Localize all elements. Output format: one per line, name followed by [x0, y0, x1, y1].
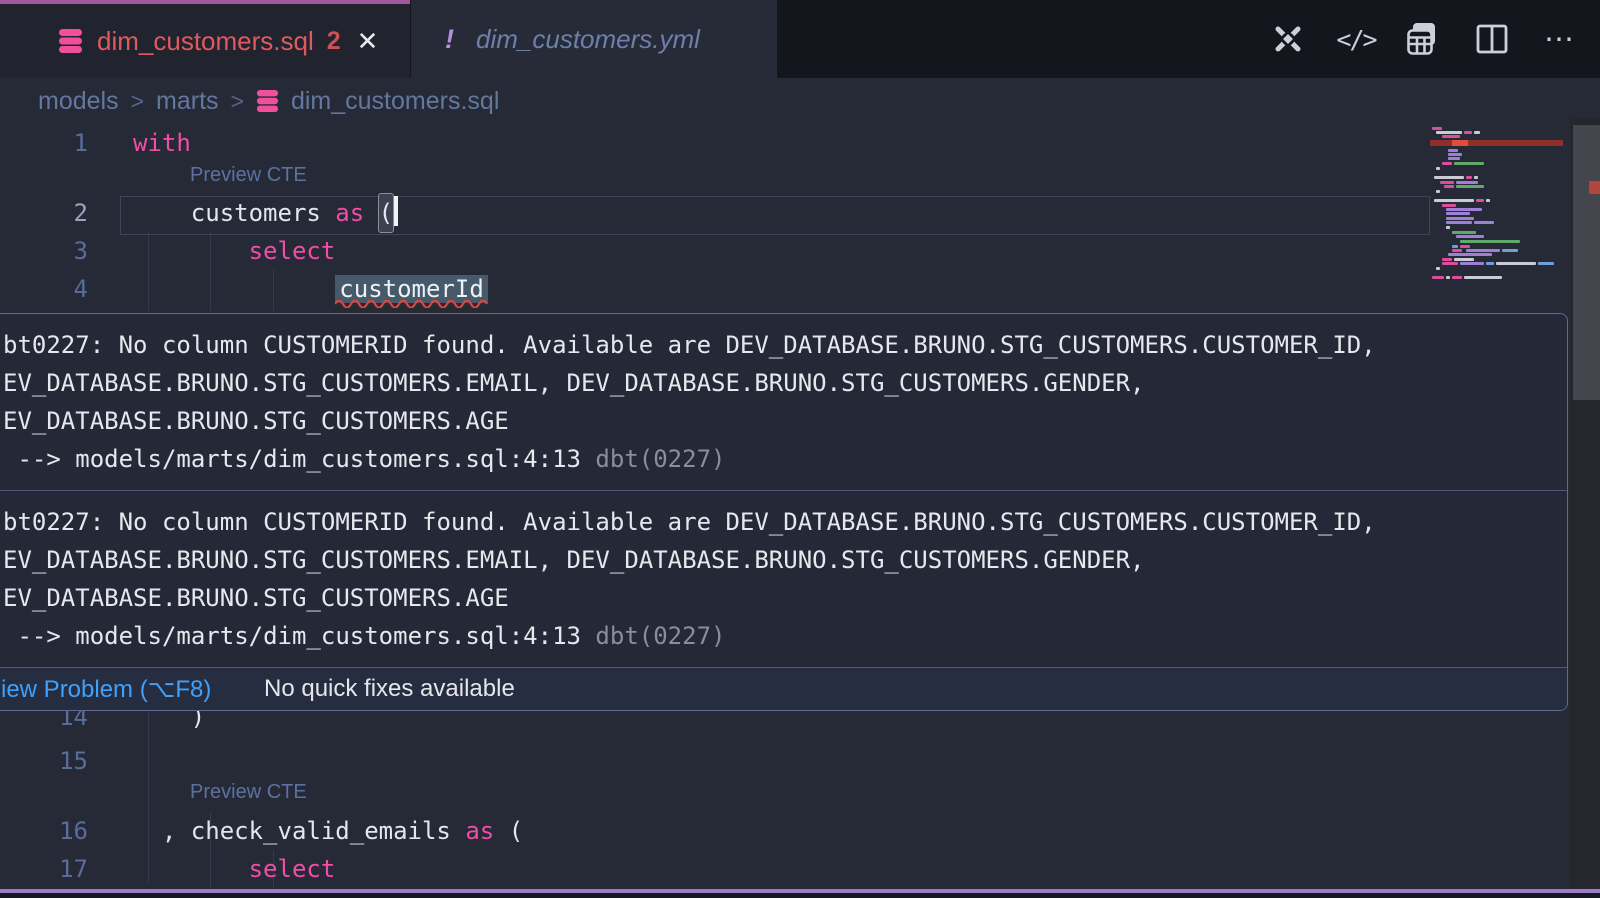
diagnostic-message: bt0227: No column CUSTOMERID found. Avai…: [0, 491, 1567, 655]
chevron-right-icon: >: [131, 88, 144, 115]
matched-bracket: (: [379, 194, 393, 232]
code-line-15[interactable]: 15: [0, 742, 1430, 780]
diagnostic-code: dbt(0227): [595, 445, 725, 473]
text-cursor: [394, 196, 398, 226]
code-line-3[interactable]: 3 select: [0, 232, 1430, 270]
line-number: 3: [0, 232, 88, 270]
more-actions-icon[interactable]: ⋯: [1540, 19, 1580, 59]
database-icon: [58, 28, 83, 54]
code-text: select: [88, 232, 335, 270]
code-line-16[interactable]: 16 , check_valid_emails as (: [0, 812, 1430, 850]
scrollbar[interactable]: [1570, 118, 1600, 889]
database-icon: [256, 89, 279, 113]
close-icon[interactable]: ✕: [357, 26, 379, 57]
error-hover-popup: bt0227: No column CUSTOMERID found. Avai…: [0, 313, 1568, 711]
minimap-error-line: [1430, 140, 1563, 146]
split-editor-icon[interactable]: [1472, 19, 1512, 59]
codelens-preview-cte[interactable]: Preview CTE: [190, 778, 307, 806]
tab-dim-customers-yml[interactable]: ! dim_customers.yml: [411, 0, 777, 78]
error-token-customerId[interactable]: customerId: [335, 275, 488, 303]
code-text: customers as (: [88, 194, 398, 232]
error-squiggle: [335, 300, 491, 308]
diagnostic-code: dbt(0227): [595, 622, 725, 650]
line-number: 15: [0, 742, 88, 780]
line-number: 2: [0, 194, 88, 232]
line-number: 17: [0, 850, 88, 888]
code-editor[interactable]: 1with2 customers as (3 select4 customerI…: [0, 120, 1600, 898]
tab-title: dim_customers.sql: [97, 26, 314, 57]
line-number: 4: [0, 270, 88, 308]
view-problem-link[interactable]: iew Problem (⌥F8): [1, 675, 211, 704]
tab-problem-count-badge: 2: [327, 27, 341, 56]
compile-sql-icon[interactable]: </>: [1336, 19, 1376, 59]
codelens-preview-cte[interactable]: Preview CTE: [190, 161, 307, 189]
code-line-17[interactable]: 17 select: [0, 850, 1430, 888]
tab-title: dim_customers.yml: [476, 24, 700, 55]
line-number: 1: [0, 124, 88, 162]
chevron-right-icon: >: [231, 88, 244, 115]
code-text: customerId: [88, 270, 488, 308]
popup-status-bar: iew Problem (⌥F8) No quick fixes availab…: [0, 667, 1567, 710]
breadcrumb-models[interactable]: models: [38, 87, 119, 116]
error-mark-icon: !: [445, 24, 454, 55]
breadcrumb-file[interactable]: dim_customers.sql: [291, 87, 499, 116]
code-text: [88, 742, 133, 780]
code-text: select: [88, 850, 335, 888]
code-line-2[interactable]: 2 customers as (: [0, 194, 1430, 232]
code-line-1[interactable]: 1with: [0, 124, 1430, 162]
no-quick-fixes-text: No quick fixes available: [264, 675, 515, 703]
code-text: with: [88, 124, 191, 162]
code-text: , check_valid_emails as (: [88, 812, 523, 850]
editor-window: dim_customers.sql 2 ✕ ! dim_customers.ym…: [0, 0, 1600, 898]
editor-actions: </> ⋯: [1268, 0, 1580, 78]
breadcrumb: models > marts > dim_customers.sql: [38, 82, 499, 120]
diagnostic-message: bt0227: No column CUSTOMERID found. Avai…: [0, 314, 1567, 478]
line-number: 16: [0, 812, 88, 850]
overview-error-marker: [1589, 181, 1600, 194]
tab-dim-customers-sql[interactable]: dim_customers.sql 2 ✕: [0, 0, 410, 78]
tab-bar: dim_customers.sql 2 ✕ ! dim_customers.ym…: [0, 0, 1600, 78]
scrollbar-thumb[interactable]: [1573, 125, 1600, 400]
dbt-icon[interactable]: [1268, 19, 1308, 59]
breadcrumb-marts[interactable]: marts: [156, 87, 219, 116]
panel-edge: [0, 893, 1600, 898]
code-line-4[interactable]: 4 customerId: [0, 270, 1430, 308]
preview-results-icon[interactable]: [1404, 19, 1444, 59]
